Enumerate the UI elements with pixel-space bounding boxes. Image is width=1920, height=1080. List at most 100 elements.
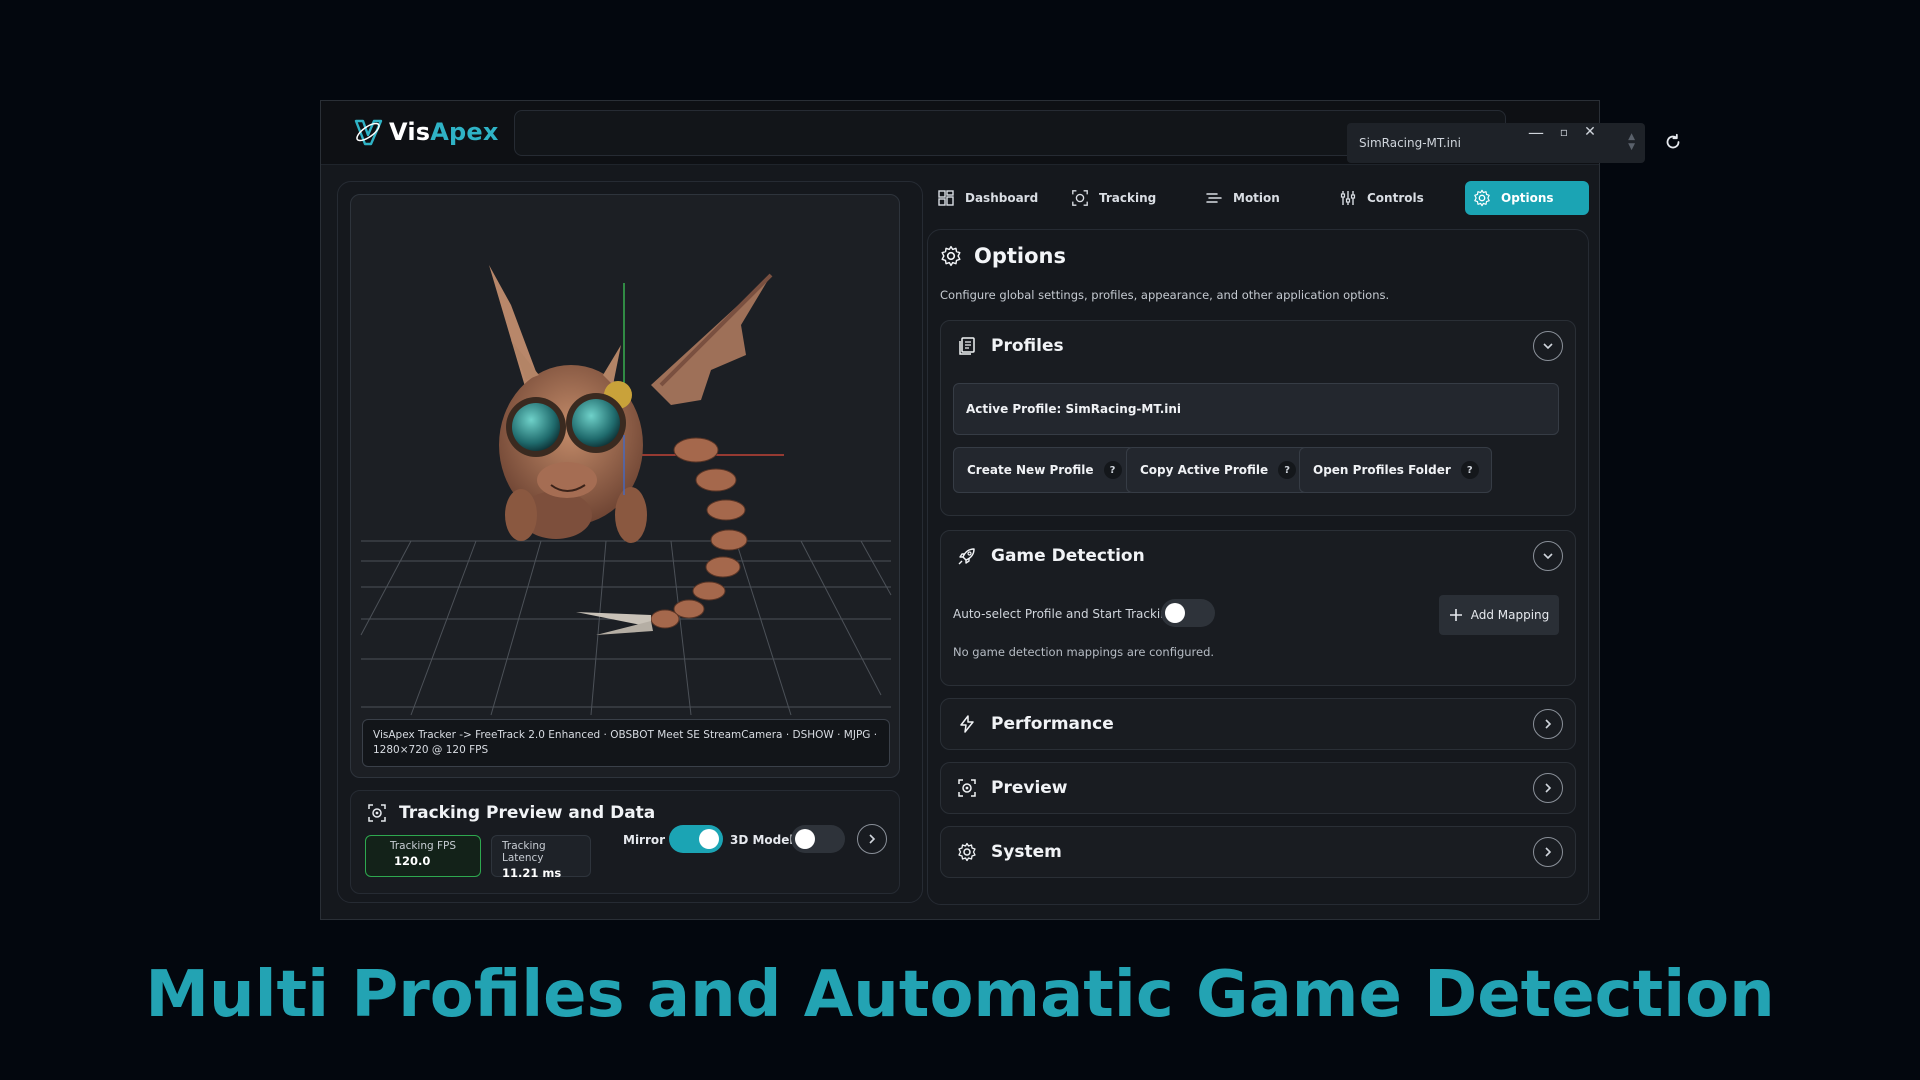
3d-model-label: 3D Model bbox=[730, 833, 794, 847]
expand-preview-button[interactable] bbox=[857, 824, 887, 854]
tracking-latency-value: 11.21 ms bbox=[502, 866, 562, 880]
no-mappings-text: No game detection mappings are configure… bbox=[953, 645, 1215, 659]
profiles-section: Profiles Active Profile: SimRacing-MT.in… bbox=[940, 320, 1576, 516]
toggle-knob bbox=[795, 829, 815, 849]
left-panel: VisApex Tracker -> FreeTrack 2.0 Enhance… bbox=[337, 181, 923, 903]
main-tabs: Dashboard Tracking Motion Controls Optio… bbox=[929, 181, 1589, 215]
chevron-right-icon bbox=[1545, 783, 1552, 793]
refresh-button[interactable] bbox=[1660, 129, 1686, 155]
game-detection-title: Game Detection bbox=[991, 546, 1145, 566]
add-mapping-label: Add Mapping bbox=[1470, 608, 1550, 622]
rocket-icon bbox=[958, 548, 975, 565]
3d-viewport[interactable]: VisApex Tracker -> FreeTrack 2.0 Enhance… bbox=[350, 194, 900, 778]
profiles-icon bbox=[959, 337, 975, 355]
help-icon[interactable]: ? bbox=[1278, 461, 1297, 479]
tracking-icon bbox=[958, 779, 976, 797]
top-bar-field[interactable]: SimRacing-MT.ini ▲ ▼ bbox=[514, 110, 1680, 163]
titlebar: VisApex SimRacing-MT.ini ▲ ▼ — ▫ ✕ bbox=[321, 101, 1680, 165]
mirror-label: Mirror bbox=[623, 833, 666, 847]
preview-expand-button[interactable] bbox=[1533, 773, 1563, 803]
profiles-title: Profiles bbox=[991, 336, 1064, 356]
game-detection-section: Game Detection Auto-select Profile and S… bbox=[940, 530, 1576, 686]
logo-icon bbox=[354, 119, 383, 146]
refresh-icon bbox=[1666, 133, 1680, 149]
system-section[interactable]: System bbox=[940, 826, 1576, 878]
dragon-scene bbox=[360, 265, 892, 716]
options-panel: Options Configure global settings, profi… bbox=[927, 229, 1589, 905]
tab-controls[interactable]: Controls bbox=[1331, 181, 1465, 215]
active-profile-display: Active Profile: SimRacing-MT.ini bbox=[953, 383, 1559, 435]
create-new-profile-button[interactable]: Create New Profile ? bbox=[953, 447, 1135, 493]
profiles-header[interactable]: Profiles bbox=[957, 321, 1064, 371]
preview-title: Preview bbox=[991, 778, 1068, 798]
chevron-down-icon bbox=[1543, 343, 1553, 350]
profiles-collapse-button[interactable] bbox=[1533, 331, 1563, 361]
tab-dashboard[interactable]: Dashboard bbox=[929, 181, 1063, 215]
preview-section[interactable]: Preview bbox=[940, 762, 1576, 814]
chevron-right-icon bbox=[1545, 847, 1552, 857]
promo-caption: Multi Profiles and Automatic Game Detect… bbox=[145, 958, 1775, 1032]
tab-options[interactable]: Options bbox=[1465, 181, 1589, 215]
tracking-latency-label: Tracking Latency bbox=[502, 840, 546, 864]
dashboard-icon bbox=[938, 190, 954, 206]
chevron-down-icon bbox=[1543, 553, 1553, 560]
game-detection-header[interactable]: Game Detection bbox=[957, 531, 1145, 581]
copy-active-profile-button[interactable]: Copy Active Profile ? bbox=[1126, 447, 1310, 493]
mirror-toggle[interactable] bbox=[669, 825, 723, 853]
3d-model-toggle[interactable] bbox=[791, 825, 845, 853]
tracking-preview-card: Tracking Preview and Data Tracking FPS 1… bbox=[350, 790, 900, 894]
options-title: Options bbox=[974, 244, 1066, 268]
close-button[interactable]: ✕ bbox=[1578, 119, 1602, 145]
help-icon[interactable]: ? bbox=[1460, 461, 1479, 479]
chevron-right-icon bbox=[869, 834, 876, 844]
performance-title: Performance bbox=[991, 714, 1114, 734]
tab-dashboard-label: Dashboard bbox=[965, 191, 1039, 205]
tab-controls-label: Controls bbox=[1367, 191, 1424, 205]
toggle-knob bbox=[699, 829, 719, 849]
tab-motion[interactable]: Motion bbox=[1197, 181, 1331, 215]
app-logo: VisApex bbox=[353, 117, 499, 147]
motion-icon bbox=[1206, 193, 1222, 203]
tab-motion-label: Motion bbox=[1233, 191, 1280, 205]
open-profiles-folder-label: Open Profiles Folder bbox=[1313, 463, 1451, 477]
gear-icon bbox=[958, 842, 976, 862]
auto-select-toggle[interactable] bbox=[1161, 599, 1215, 627]
tracking-icon bbox=[368, 804, 386, 822]
copy-active-profile-label: Copy Active Profile bbox=[1140, 463, 1269, 477]
options-description: Configure global settings, profiles, app… bbox=[940, 288, 1390, 302]
preview-header: Preview bbox=[957, 763, 1068, 813]
select-chevron-icon: ▲ ▼ bbox=[1628, 132, 1635, 152]
auto-select-label: Auto-select Profile and Start Tracking bbox=[953, 607, 1176, 621]
toggle-knob bbox=[1165, 603, 1185, 623]
performance-section[interactable]: Performance bbox=[940, 698, 1576, 750]
tracking-preview-title: Tracking Preview and Data bbox=[399, 803, 656, 823]
tab-tracking-label: Tracking bbox=[1099, 191, 1157, 205]
tab-tracking[interactable]: Tracking bbox=[1063, 181, 1197, 215]
tracking-preview-header: Tracking Preview and Data bbox=[367, 803, 655, 823]
tracking-fps-stat: Tracking FPS 120.0 bbox=[365, 835, 481, 877]
system-title: System bbox=[991, 842, 1062, 862]
gear-icon bbox=[941, 245, 961, 267]
gear-icon bbox=[1474, 189, 1490, 207]
chevron-right-icon bbox=[1545, 719, 1552, 729]
create-new-profile-label: Create New Profile bbox=[967, 463, 1094, 477]
tracking-icon bbox=[1072, 190, 1088, 206]
system-header: System bbox=[957, 827, 1062, 877]
open-profiles-folder-button[interactable]: Open Profiles Folder ? bbox=[1299, 447, 1492, 493]
lightning-icon bbox=[960, 715, 974, 733]
controls-icon bbox=[1340, 191, 1356, 205]
options-header: Options bbox=[940, 244, 1066, 268]
performance-header: Performance bbox=[957, 699, 1114, 749]
system-expand-button[interactable] bbox=[1533, 837, 1563, 867]
profile-select-value: SimRacing-MT.ini bbox=[1359, 136, 1461, 150]
game-detection-collapse-button[interactable] bbox=[1533, 541, 1563, 571]
tracking-latency-stat: Tracking Latency 11.21 ms bbox=[491, 835, 591, 880]
maximize-button[interactable]: ▫ bbox=[1552, 119, 1576, 145]
app-name: VisApex bbox=[389, 118, 499, 146]
help-icon[interactable]: ? bbox=[1103, 461, 1122, 479]
tracker-info-text: VisApex Tracker -> FreeTrack 2.0 Enhance… bbox=[362, 719, 890, 767]
minimize-button[interactable]: — bbox=[1524, 119, 1548, 145]
performance-expand-button[interactable] bbox=[1533, 709, 1563, 739]
add-mapping-button[interactable]: Add Mapping bbox=[1439, 595, 1559, 635]
plus-icon bbox=[1449, 609, 1462, 621]
